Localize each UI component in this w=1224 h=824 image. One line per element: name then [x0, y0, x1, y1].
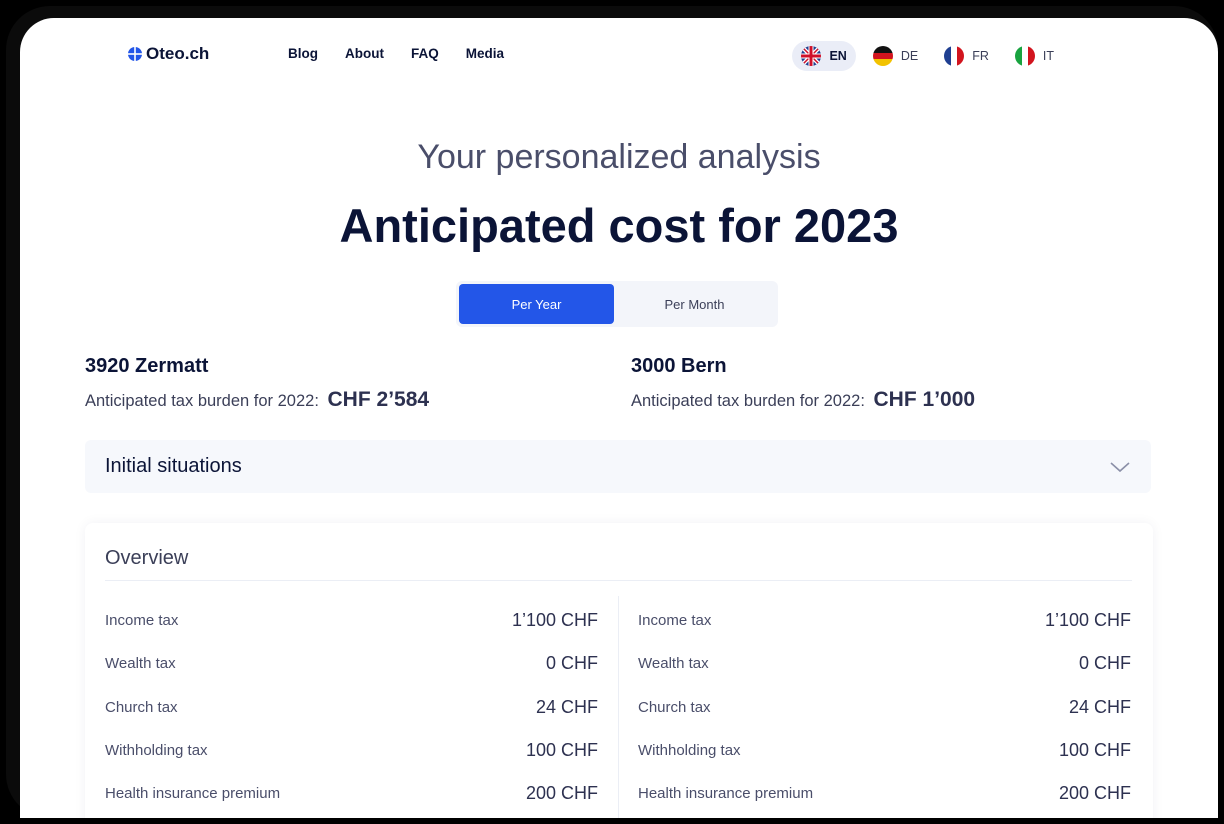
page-title: Anticipated cost for 2023	[339, 199, 899, 252]
language-option-de[interactable]: DE	[864, 41, 927, 71]
per-month-button[interactable]: Per Month	[614, 284, 775, 324]
overview-row: Income tax 1’100 CHF	[638, 599, 1131, 642]
period-toggle: Per Year Per Month	[456, 281, 778, 327]
per-year-button[interactable]: Per Year	[459, 284, 614, 324]
divider	[105, 580, 1132, 581]
location-summary-bern: 3000 Bern Anticipated tax burden for 202…	[631, 355, 975, 412]
main-nav: Blog About FAQ Media	[288, 46, 531, 61]
device-frame: Oteo.ch Blog About FAQ Media EN DE FR IT…	[6, 6, 1218, 818]
tax-burden-value: CHF 1’000	[873, 388, 976, 411]
language-code: EN	[829, 49, 847, 63]
language-option-fr[interactable]: FR	[935, 41, 998, 71]
row-value: 24 CHF	[535, 696, 598, 717]
row-label: Income tax	[105, 612, 179, 630]
overview-row: Church tax 24 CHF	[105, 686, 598, 729]
overview-row: Health insurance premium 200 CHF	[105, 772, 598, 815]
overview-column-bern: Income tax 1’100 CHF Wealth tax 0 CHF Ch…	[638, 599, 1131, 815]
row-label: Income tax	[638, 612, 712, 630]
row-label: Health insurance premium	[105, 785, 281, 803]
row-label: Church tax	[638, 698, 711, 716]
row-label: Wealth tax	[638, 655, 709, 673]
logo-mark-icon	[128, 47, 142, 61]
nav-link-about[interactable]: About	[345, 46, 384, 61]
france-flag-icon	[944, 46, 965, 66]
overview-row: Wealth tax 0 CHF	[105, 642, 598, 685]
language-code: FR	[972, 49, 989, 63]
row-value: 24 CHF	[1068, 696, 1131, 717]
italy-flag-icon	[1014, 46, 1035, 66]
overview-card: Overview Income tax 1’100 CHF Wealth tax…	[85, 523, 1153, 818]
overview-row: Health insurance premium 200 CHF	[638, 772, 1131, 815]
row-label: Church tax	[105, 698, 178, 716]
tax-burden-label: Anticipated tax burden for 2022:	[631, 392, 865, 410]
row-value: 200 CHF	[1058, 783, 1131, 804]
overview-row: Wealth tax 0 CHF	[638, 642, 1131, 685]
row-label: Health insurance premium	[638, 785, 814, 803]
row-label: Wealth tax	[105, 655, 176, 673]
row-value: 100 CHF	[1058, 740, 1131, 761]
location-summary-zermatt: 3920 Zermatt Anticipated tax burden for …	[85, 355, 429, 412]
row-value: 0 CHF	[1078, 653, 1131, 674]
accordion-label: Initial situations	[105, 455, 242, 477]
row-label: Withholding tax	[638, 742, 741, 760]
language-option-en[interactable]: EN	[792, 41, 856, 71]
row-value: 0 CHF	[545, 653, 598, 674]
nav-link-media[interactable]: Media	[466, 46, 504, 61]
browser-viewport: Oteo.ch Blog About FAQ Media EN DE FR IT…	[20, 18, 1218, 818]
location-city: 3000 Bern	[631, 355, 727, 377]
page-subtitle: Your personalized analysis	[417, 138, 821, 176]
brand-name: Oteo.ch	[146, 44, 210, 63]
chevron-down-icon	[1110, 461, 1130, 472]
uk-flag-icon	[801, 46, 822, 66]
overview-row: Withholding tax 100 CHF	[105, 729, 598, 772]
tax-burden-line: Anticipated tax burden for 2022: CHF 2’5…	[85, 388, 429, 412]
column-divider	[618, 596, 619, 818]
germany-flag-icon	[872, 46, 893, 66]
overview-row: Income tax 1’100 CHF	[105, 599, 598, 642]
row-label: Withholding tax	[105, 742, 208, 760]
location-city: 3920 Zermatt	[85, 355, 209, 377]
tax-burden-value: CHF 2’584	[327, 388, 430, 411]
row-value: 200 CHF	[525, 783, 598, 804]
row-value: 1’100 CHF	[1044, 610, 1131, 631]
overview-row: Church tax 24 CHF	[638, 686, 1131, 729]
language-code: IT	[1042, 49, 1054, 63]
row-value: 100 CHF	[525, 740, 598, 761]
overview-title: Overview	[105, 547, 189, 569]
tax-burden-label: Anticipated tax burden for 2022:	[85, 392, 319, 410]
nav-link-faq[interactable]: FAQ	[411, 46, 439, 61]
overview-column-zermatt: Income tax 1’100 CHF Wealth tax 0 CHF Ch…	[105, 599, 598, 815]
language-switcher: EN DE FR IT	[784, 41, 1063, 71]
brand-logo[interactable]: Oteo.ch	[128, 44, 209, 64]
initial-situations-accordion[interactable]: Initial situations	[85, 440, 1151, 493]
nav-link-blog[interactable]: Blog	[288, 46, 318, 61]
language-code: DE	[900, 49, 919, 63]
tax-burden-line: Anticipated tax burden for 2022: CHF 1’0…	[631, 388, 975, 412]
row-value: 1’100 CHF	[511, 610, 598, 631]
language-option-it[interactable]: IT	[1006, 41, 1063, 71]
overview-row: Withholding tax 100 CHF	[638, 729, 1131, 772]
